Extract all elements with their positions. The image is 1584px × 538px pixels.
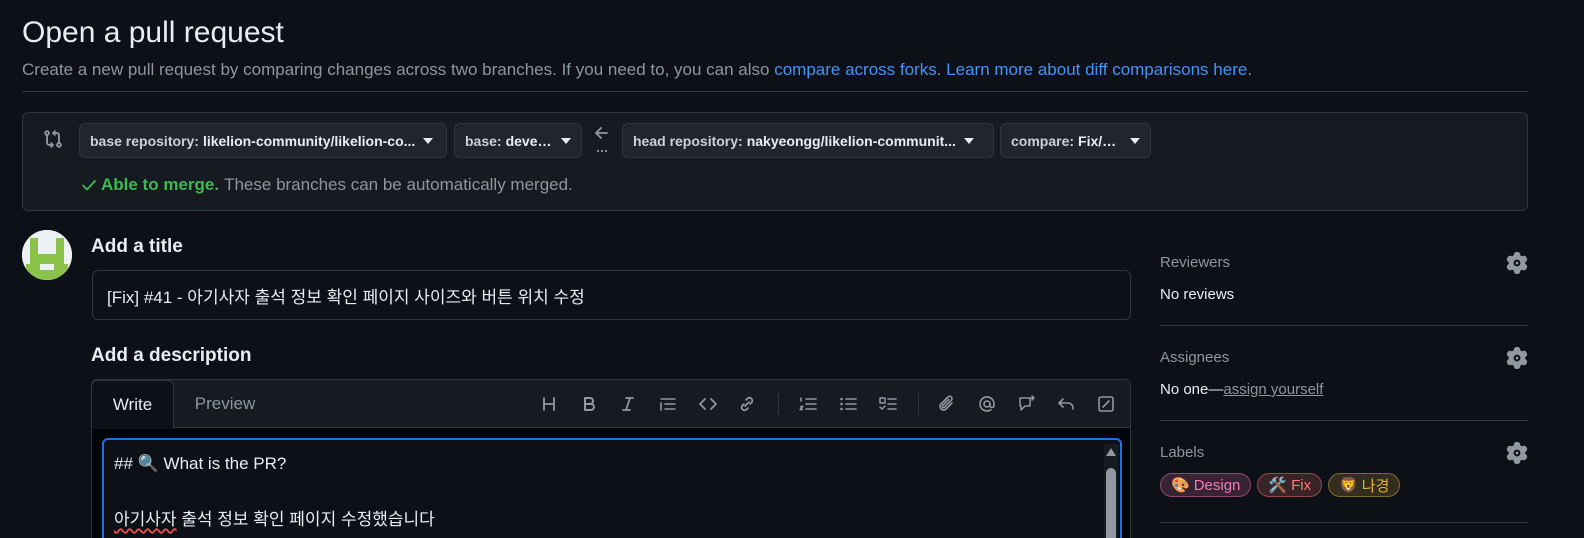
head-repository-key: head repository: <box>633 132 743 149</box>
compare-branch-select[interactable]: compare: Fix/#41 <box>1000 123 1151 158</box>
tab-preview[interactable]: Preview <box>195 380 255 428</box>
base-repository-select[interactable]: base repository: likelion-community/like… <box>79 123 447 158</box>
body-line-2: 아기사자 출석 정보 확인 페이지 수정했습니다 <box>114 505 435 530</box>
learn-more-link[interactable]: Learn more about diff comparisons here <box>946 60 1247 79</box>
chevron-down-icon <box>1130 137 1140 144</box>
compare-box: base repository: likelion-community/like… <box>22 112 1528 211</box>
mention-icon[interactable] <box>975 392 999 416</box>
base-branch-select[interactable]: base: develop <box>454 123 582 158</box>
assignees-none-text: No one— <box>1160 381 1224 398</box>
label-text: 나경 <box>1361 477 1390 495</box>
cross-reference-icon[interactable] <box>1015 392 1039 416</box>
chevron-down-icon <box>561 137 571 144</box>
chevron-down-icon <box>963 137 974 144</box>
header-divider <box>22 91 1528 92</box>
task-list-icon[interactable] <box>876 392 900 416</box>
label-list: 🎨 Design 🛠️ Fix 🦁 나경 <box>1160 473 1528 497</box>
sidebar-divider <box>1160 325 1528 326</box>
label-nakyeong[interactable]: 🦁 나경 <box>1328 473 1401 497</box>
labels-title: Labels <box>1160 444 1205 461</box>
labels-section: Labels 🎨 Design 🛠️ Fix 🦁 나경 <box>1160 442 1528 497</box>
quote-icon[interactable] <box>656 392 680 416</box>
subtitle-separator: . <box>936 60 947 79</box>
reviewers-title: Reviewers <box>1160 254 1231 271</box>
merge-status-text: These branches can be automatically merg… <box>224 175 573 194</box>
italic-icon[interactable] <box>616 392 640 416</box>
compare-branch-value: Fix/#41 <box>1078 132 1122 149</box>
palette-emoji: 🎨 <box>1171 477 1190 494</box>
toolbar-divider <box>778 393 779 415</box>
scrollbar[interactable] <box>1104 444 1118 538</box>
toolbar-divider <box>918 393 919 415</box>
label-design[interactable]: 🎨 Design <box>1160 473 1252 497</box>
page-title: Open a pull request <box>22 16 284 49</box>
title-input[interactable] <box>92 270 1131 320</box>
reply-icon[interactable] <box>1054 392 1078 416</box>
reviewers-section: Reviewers No reviews <box>1160 252 1528 303</box>
subtitle-end: . <box>1247 60 1253 79</box>
base-branch-key: base: <box>465 132 502 149</box>
head-repository-select[interactable]: head repository: nakyeongg/likelion-comm… <box>622 123 994 158</box>
misspelled-word: 아기사자 <box>114 510 177 529</box>
code-icon[interactable] <box>696 392 720 416</box>
merge-ok-text: Able to merge. <box>101 175 220 194</box>
subtitle-text: Create a new pull request by comparing c… <box>22 60 775 79</box>
title-label: Add a title <box>91 236 183 257</box>
body-line-1-text: What is the PR? <box>158 454 287 473</box>
reviewers-value: No reviews <box>1160 286 1235 303</box>
body-heading-marker: ## <box>114 454 138 473</box>
unordered-list-icon[interactable] <box>836 392 860 416</box>
compare-forks-link[interactable]: compare across forks <box>774 60 937 79</box>
identicon-image <box>22 230 72 280</box>
git-compare-icon <box>44 129 62 149</box>
arrow-left-icon <box>595 127 608 153</box>
gear-icon[interactable] <box>1506 252 1528 274</box>
base-repository-value: likelion-community/likelion-co... <box>202 132 416 149</box>
lion-emoji: 🦁 <box>1339 477 1358 494</box>
assign-yourself-link[interactable]: assign yourself <box>1223 381 1323 398</box>
page-subtitle: Create a new pull request by comparing c… <box>22 60 1252 80</box>
merge-status: Able to merge. These branches can be aut… <box>81 175 573 195</box>
ordered-list-icon[interactable] <box>796 392 820 416</box>
avatar[interactable] <box>22 230 72 280</box>
base-repository-key: base repository: <box>90 132 199 149</box>
label-text: Fix <box>1291 476 1312 494</box>
chevron-down-icon <box>423 137 434 144</box>
assignees-value: No one—assign yourself <box>1160 381 1528 398</box>
page: Open a pull request Create a new pull re… <box>0 0 1584 538</box>
slash-command-icon[interactable] <box>1094 392 1118 416</box>
assignees-section: Assignees No one—assign yourself <box>1160 347 1528 398</box>
editor-toolbar: Write Preview <box>91 380 1130 429</box>
description-editor: Write Preview ## 🔍 What is the PR? 아기사자 … <box>91 379 1131 538</box>
tools-emoji: 🛠️ <box>1268 477 1288 494</box>
label-text: Design <box>1193 476 1241 494</box>
gear-icon[interactable] <box>1506 347 1528 369</box>
heading-icon[interactable] <box>537 392 561 416</box>
gear-icon[interactable] <box>1506 442 1528 464</box>
magnifier-emoji: 🔍 <box>137 454 159 473</box>
scroll-thumb[interactable] <box>1106 468 1116 538</box>
attach-icon[interactable] <box>935 392 959 416</box>
sidebar-divider <box>1160 420 1528 421</box>
sidebar-divider <box>1160 522 1528 523</box>
bold-icon[interactable] <box>577 392 601 416</box>
link-icon[interactable] <box>735 392 759 416</box>
check-icon <box>82 180 96 191</box>
label-fix[interactable]: 🛠️ Fix <box>1257 473 1323 497</box>
body-line-1: ## 🔍 What is the PR? <box>114 454 286 474</box>
base-branch-value: develop <box>505 132 553 149</box>
description-label: Add a description <box>91 345 252 366</box>
assignees-title: Assignees <box>1160 349 1230 366</box>
body-line-2-text: 출석 정보 확인 페이지 수정했습니다 <box>176 510 435 529</box>
tab-write[interactable]: Write <box>91 380 174 429</box>
description-textarea[interactable]: ## 🔍 What is the PR? 아기사자 출석 정보 확인 페이지 수… <box>102 438 1122 538</box>
scroll-up-arrow-icon[interactable] <box>1106 448 1116 456</box>
compare-branch-key: compare: <box>1011 132 1075 149</box>
head-repository-value: nakyeongg/likelion-communit... <box>746 132 956 149</box>
